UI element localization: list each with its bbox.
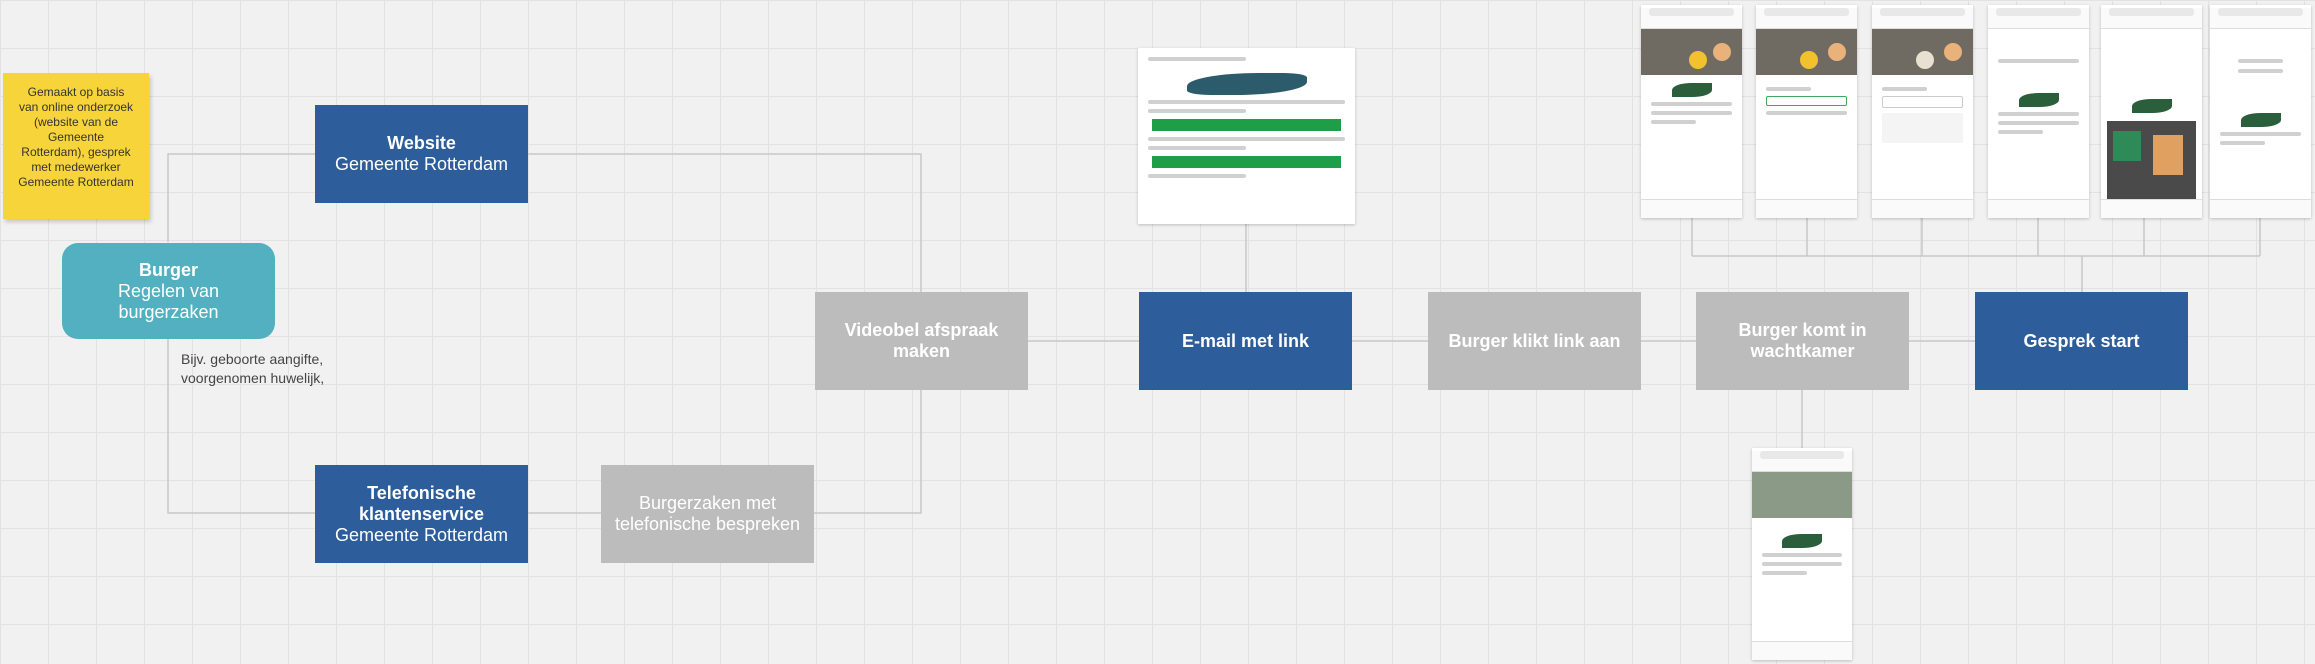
phone-screenshot-thumbnail[interactable] [1988, 5, 2089, 218]
connector-gesprek-thumbs [1691, 218, 2261, 292]
node-burgerzaken-telefonisch[interactable]: Burgerzaken met telefonische bespreken [601, 465, 814, 563]
node-burgerzaken-telefonisch-label: Burgerzaken met telefonische bespreken [614, 493, 801, 534]
phone-toolbar [1872, 199, 1973, 218]
node-email-label: E-mail met link [1181, 330, 1310, 351]
logo-image [2131, 99, 2172, 113]
phone-status-bar [1872, 8, 1973, 29]
logo-image [2240, 113, 2281, 127]
node-website-subtitle: Gemeente Rotterdam [334, 154, 509, 174]
phone-screenshot-thumbnail[interactable] [1872, 5, 1973, 218]
phone-toolbar [1756, 199, 1857, 218]
phone-toolbar [1988, 199, 2089, 218]
node-wachtkamer-label: Burger komt in wachtkamer [1738, 320, 1867, 361]
node-burger[interactable]: Burger Regelen van burgerzaken [62, 243, 275, 339]
phone-status-bar [1641, 8, 1742, 29]
email-body-line [1148, 100, 1345, 104]
node-klikt-label: Burger klikt link aan [1448, 330, 1621, 351]
note-line-2: voorgenomen huwelijk, [181, 370, 325, 386]
connector-website-videobel [527, 153, 922, 292]
email-body-line [1148, 146, 1246, 150]
node-telefonisch[interactable]: Telefonische klantenservice Gemeente Rot… [315, 465, 528, 563]
video-call-image [1641, 29, 1742, 75]
email-logo-image [1186, 73, 1307, 95]
note-examples: Bijv. geboorte aangifte, voorgenomen huw… [181, 350, 324, 388]
node-telefonisch-title: Telefonische klantenservice [358, 482, 485, 524]
node-gesprek-label: Gesprek start [2023, 330, 2140, 351]
email-screenshot-thumbnail[interactable] [1138, 48, 1355, 224]
connector-burger-website [167, 153, 315, 242]
dropdown-menu-image [1882, 113, 1963, 143]
video-call-image [1756, 29, 1857, 75]
logo-image [1782, 534, 1822, 548]
node-telefonisch-subtitle: Gemeente Rotterdam [334, 524, 509, 545]
node-videobel[interactable]: Videobel afspraak maken [815, 292, 1028, 390]
email-body-line [1148, 137, 1345, 141]
phone-status-bar [1756, 8, 1857, 29]
connector-burgerzaken-videobel [813, 390, 922, 514]
node-burger-subtitle: Regelen van burgerzaken [117, 280, 220, 322]
email-link-button-image [1152, 119, 1341, 131]
node-email[interactable]: E-mail met link [1139, 292, 1352, 390]
whiteboard-canvas: Gemaakt op basis van online onderzoek (w… [0, 0, 2315, 664]
sticky-note[interactable]: Gemaakt op basis van online onderzoek (w… [3, 73, 149, 219]
node-burger-title: Burger [138, 259, 198, 280]
waiting-room-image [1752, 472, 1852, 518]
logo-image [1671, 83, 1712, 97]
phone-screenshot-thumbnail[interactable] [2210, 5, 2311, 218]
phone-screenshot-thumbnail[interactable] [2101, 5, 2202, 218]
email-body-line [1148, 109, 1246, 113]
email-link-button-image [1152, 156, 1341, 168]
logo-image [2018, 93, 2059, 107]
phone-screenshot-thumbnail[interactable] [1641, 5, 1742, 218]
email-body-line [1148, 174, 1246, 178]
phone-screenshot-thumbnail[interactable] [1756, 5, 1857, 218]
phone-status-bar [1988, 8, 2089, 29]
email-header-line [1148, 57, 1246, 61]
phone-toolbar [1641, 199, 1742, 218]
node-wachtkamer[interactable]: Burger komt in wachtkamer [1696, 292, 1909, 390]
sticky-note-text: Gemaakt op basis van online onderzoek (w… [18, 85, 134, 189]
node-klikt[interactable]: Burger klikt link aan [1428, 292, 1641, 390]
phone-status-bar [2210, 8, 2311, 29]
phone-status-bar [2101, 8, 2202, 29]
node-website[interactable]: Website Gemeente Rotterdam [315, 105, 528, 203]
waiting-room-screenshot-thumbnail[interactable] [1752, 448, 1852, 660]
phone-status-bar [1752, 451, 1852, 472]
node-website-title: Website [387, 133, 456, 153]
phone-toolbar [1752, 641, 1852, 660]
phone-toolbar [2101, 199, 2202, 218]
note-line-1: Bijv. geboorte aangifte, [181, 351, 324, 367]
phone-toolbar [2210, 199, 2311, 218]
node-videobel-label: Videobel afspraak maken [844, 320, 999, 361]
video-call-image [1872, 29, 1973, 75]
node-gesprek[interactable]: Gesprek start [1975, 292, 2188, 390]
